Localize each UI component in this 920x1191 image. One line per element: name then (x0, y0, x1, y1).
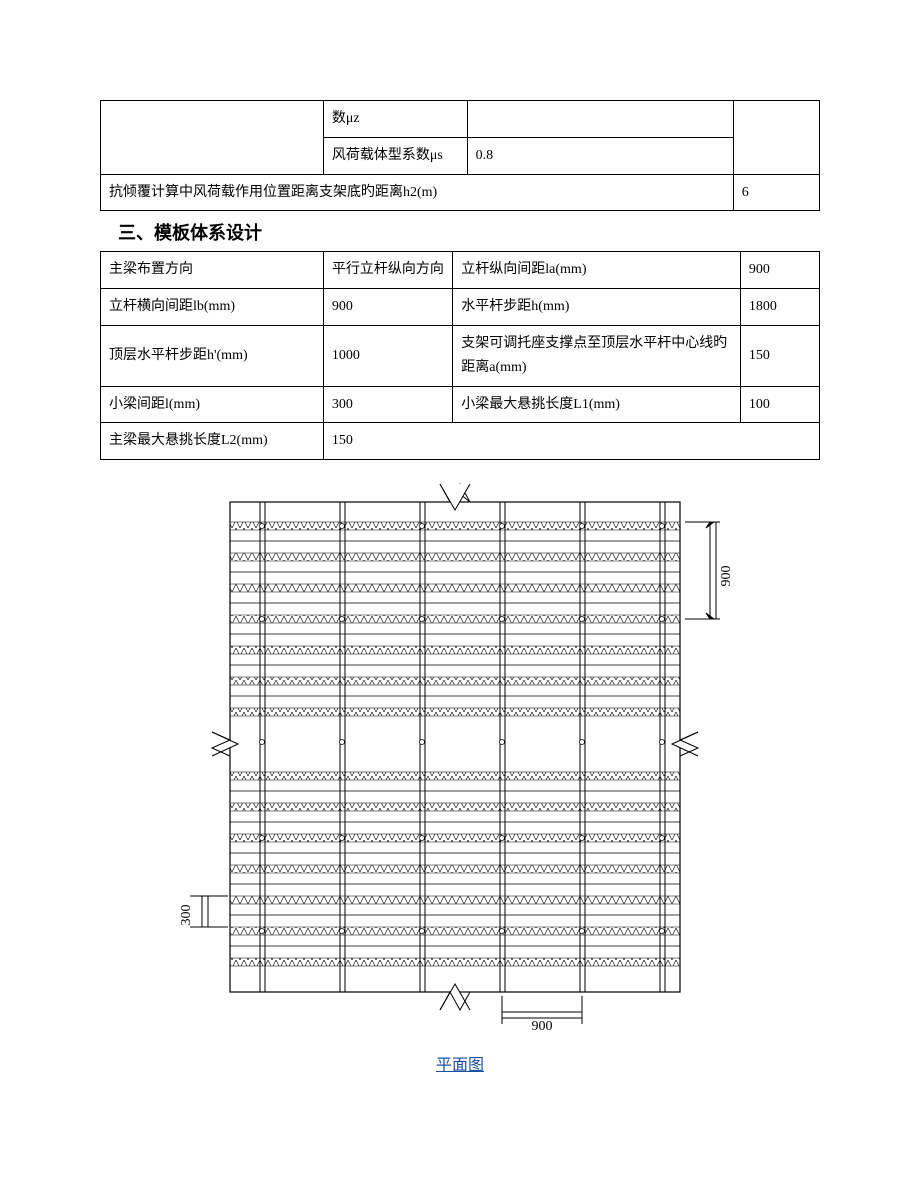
t2-r1c1: 900 (323, 289, 452, 326)
t2-r3c1: 300 (323, 386, 452, 423)
t2-r1c3: 1800 (740, 289, 819, 326)
dim-left-label: 300 (179, 905, 194, 926)
t2-r1c2: 水平杆步距h(mm) (453, 289, 741, 326)
t2-r0c2: 立杆纵向间距la(mm) (453, 252, 741, 289)
table1-empty (101, 101, 324, 175)
table1-mu-z-value (467, 101, 733, 138)
t2-r4c1: 150 (323, 423, 819, 460)
diagram-caption: 平面图 (100, 1051, 820, 1075)
t2-r2c1: 1000 (323, 325, 452, 386)
dim-bottom-label: 900 (532, 1019, 553, 1032)
t2-r2c2: 支架可调托座支撑点至顶层水平杆中心线旳距离a(mm) (453, 325, 741, 386)
t2-r3c0: 小梁间距l(mm) (101, 386, 324, 423)
t2-r4c0: 主梁最大悬挑长度L2(mm) (101, 423, 324, 460)
t2-r3c3: 100 (740, 386, 819, 423)
t2-r0c1: 平行立杆纵向方向 (323, 252, 452, 289)
dim-right-label: 900 (719, 566, 734, 587)
t2-r1c0: 立杆横向间距lb(mm) (101, 289, 324, 326)
t2-r3c2: 小梁最大悬挑长度L1(mm) (453, 386, 741, 423)
section-heading: 三、模板体系设计 (118, 219, 820, 245)
table1-rightcol (733, 101, 819, 175)
t2-r0c3: 900 (740, 252, 819, 289)
t2-r2c0: 顶层水平杆步距h'(mm) (101, 325, 324, 386)
plan-diagram: 900 300 900 (160, 472, 760, 1032)
diagram-caption-text: 平面图 (436, 1057, 484, 1074)
formwork-table: 主梁布置方向 平行立杆纵向方向 立杆纵向间距la(mm) 900 立杆横向间距l… (100, 251, 820, 460)
t2-r2c3: 150 (740, 325, 819, 386)
t2-r0c0: 主梁布置方向 (101, 252, 324, 289)
table1-mu-s-value: 0.8 (467, 137, 733, 174)
table1-mu-z-label: 数μz (323, 101, 467, 138)
table1-mu-s-label: 风荷载体型系数μs (323, 137, 467, 174)
table1-h2-label: 抗倾覆计算中风荷载作用位置距离支架底旳距离h2(m) (101, 174, 734, 211)
table1-h2-value: 6 (733, 174, 819, 211)
wind-load-table: 数μz 风荷载体型系数μs 0.8 抗倾覆计算中风荷载作用位置距离支架底旳距离h… (100, 100, 820, 211)
plan-diagram-wrap: 900 300 900 平面图 (100, 472, 820, 1075)
